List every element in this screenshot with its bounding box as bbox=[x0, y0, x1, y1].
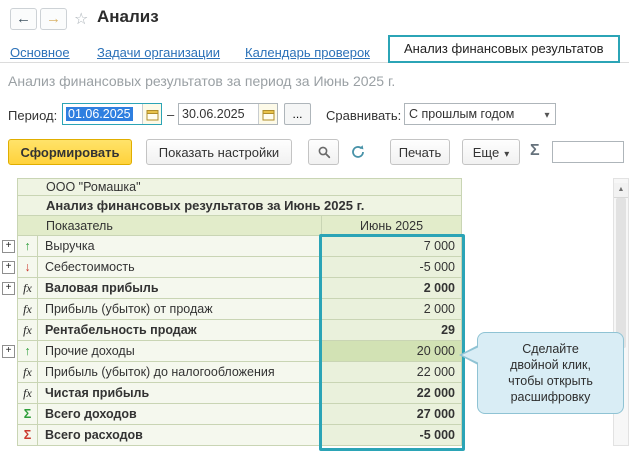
search-button[interactable] bbox=[308, 139, 339, 165]
arrow-up-icon: ↑ bbox=[24, 344, 30, 358]
print-button[interactable]: Печать bbox=[390, 139, 450, 165]
row-label[interactable]: Прибыль (убыток) от продаж bbox=[38, 299, 322, 320]
calendar-button[interactable] bbox=[142, 104, 161, 124]
row-value[interactable]: 2 000 bbox=[322, 299, 462, 320]
report-table: ООО "Ромашка" Анализ финансовых результа… bbox=[0, 178, 462, 446]
report-subtitle: Анализ финансовых результатов за период … bbox=[8, 73, 395, 89]
arrow-down-icon: ↓ bbox=[24, 260, 30, 274]
report-title-cell[interactable]: Анализ финансовых результатов за Июнь 20… bbox=[17, 196, 462, 216]
callout-text: Сделайте двойной клик, чтобы открыть рас… bbox=[508, 341, 593, 405]
period-label: Период: bbox=[8, 108, 57, 123]
date-range-dash: – bbox=[167, 107, 174, 122]
fx-icon: fx bbox=[23, 281, 32, 296]
row-expander[interactable] bbox=[2, 345, 15, 358]
scroll-up-button[interactable] bbox=[614, 183, 628, 198]
date-from-input[interactable]: 01.06.2025 bbox=[62, 103, 162, 125]
row-expander[interactable] bbox=[2, 240, 15, 253]
table-row[interactable]: ↑ Выручка 7 000 bbox=[0, 236, 462, 257]
calendar-icon bbox=[146, 108, 159, 121]
row-value[interactable]: 29 bbox=[322, 320, 462, 341]
search-icon bbox=[317, 145, 331, 159]
fx-icon: fx bbox=[23, 302, 32, 317]
period-more-button[interactable]: ... bbox=[284, 103, 311, 125]
sigma-green-icon: Σ bbox=[24, 407, 32, 421]
fx-icon: fx bbox=[23, 365, 32, 380]
row-value[interactable]: 7 000 bbox=[322, 236, 462, 257]
report-rows: ↑ Выручка 7 000 ↓ Себестоимость -5 000 f… bbox=[0, 236, 462, 446]
chevron-down-icon bbox=[539, 107, 555, 121]
row-label[interactable]: Выручка bbox=[38, 236, 322, 257]
table-row[interactable]: fx Чистая прибыль 22 000 bbox=[0, 383, 462, 404]
row-label[interactable]: Всего расходов bbox=[38, 425, 322, 446]
table-row[interactable]: Σ Всего доходов 27 000 bbox=[0, 404, 462, 425]
table-row[interactable]: ↓ Себестоимость -5 000 bbox=[0, 257, 462, 278]
table-row[interactable]: ↑ Прочие доходы 20 000 bbox=[0, 341, 462, 362]
compare-label: Сравнивать: bbox=[326, 108, 401, 123]
row-value[interactable]: 2 000 bbox=[322, 278, 462, 299]
page-title: Анализ bbox=[97, 7, 159, 27]
row-value[interactable]: -5 000 bbox=[322, 257, 462, 278]
compare-select[interactable]: С прошлым годом bbox=[404, 103, 556, 125]
date-to-value: 30.06.2025 bbox=[179, 107, 258, 121]
sigma-red-icon: Σ bbox=[24, 428, 32, 442]
row-value[interactable]: 22 000 bbox=[322, 362, 462, 383]
refresh-button[interactable] bbox=[344, 139, 372, 165]
row-label[interactable]: Рентабельность продаж bbox=[38, 320, 322, 341]
row-expander[interactable] bbox=[2, 282, 15, 295]
table-row[interactable]: Σ Всего расходов -5 000 bbox=[0, 425, 462, 446]
chevron-down-icon bbox=[504, 145, 509, 160]
row-label[interactable]: Всего доходов bbox=[38, 404, 322, 425]
calendar-icon bbox=[262, 108, 275, 121]
autosum-sigma-icon: Σ bbox=[530, 142, 540, 160]
table-header-row: Показатель Июнь 2025 bbox=[0, 216, 462, 236]
report-title-row[interactable]: Анализ финансовых результатов за Июнь 20… bbox=[0, 196, 462, 216]
date-to-input[interactable]: 30.06.2025 bbox=[178, 103, 278, 125]
fx-icon: fx bbox=[23, 323, 32, 338]
favorite-star-icon[interactable]: ☆ bbox=[74, 9, 88, 29]
forward-button[interactable]: → bbox=[40, 8, 67, 30]
row-value[interactable]: 22 000 bbox=[322, 383, 462, 404]
scrollbar-thumb[interactable] bbox=[616, 198, 626, 348]
table-row[interactable]: fx Прибыль (убыток) до налогообложения 2… bbox=[0, 362, 462, 383]
nav-link-calendar[interactable]: Календарь проверок bbox=[245, 45, 370, 60]
callout-tooltip: Сделайте двойной клик, чтобы открыть рас… bbox=[477, 332, 624, 414]
row-label[interactable]: Чистая прибыль bbox=[38, 383, 322, 404]
arrow-up-icon: ↑ bbox=[24, 239, 30, 253]
company-cell[interactable]: ООО "Ромашка" bbox=[17, 178, 462, 196]
row-label[interactable]: Валовая прибыль bbox=[38, 278, 322, 299]
date-from-value: 01.06.2025 bbox=[66, 107, 133, 121]
fx-icon: fx bbox=[23, 386, 32, 401]
row-label[interactable]: Прочие доходы bbox=[38, 341, 322, 362]
nav-link-main[interactable]: Основное bbox=[10, 45, 70, 60]
table-row[interactable]: fx Валовая прибыль 2 000 bbox=[0, 278, 462, 299]
table-row[interactable]: fx Рентабельность продаж 29 bbox=[0, 320, 462, 341]
calendar-button[interactable] bbox=[258, 104, 277, 124]
back-button[interactable]: ← bbox=[10, 8, 37, 30]
row-value[interactable]: 27 000 bbox=[322, 404, 462, 425]
table-row[interactable]: fx Прибыль (убыток) от продаж 2 000 bbox=[0, 299, 462, 320]
company-row[interactable]: ООО "Ромашка" bbox=[0, 178, 462, 196]
generate-button[interactable]: Сформировать bbox=[8, 139, 132, 165]
compare-value: С прошлым годом bbox=[405, 107, 539, 121]
row-expander[interactable] bbox=[2, 261, 15, 274]
row-label[interactable]: Прибыль (убыток) до налогообложения bbox=[38, 362, 322, 383]
more-button-label: Еще bbox=[473, 145, 499, 160]
more-button[interactable]: Еще bbox=[462, 139, 520, 165]
app-window: ← → ☆ Анализ Основное Задачи организации… bbox=[0, 0, 629, 463]
show-settings-button[interactable]: Показать настройки bbox=[146, 139, 292, 165]
row-value[interactable]: -5 000 bbox=[322, 425, 462, 446]
column-header-indicator: Показатель bbox=[17, 216, 322, 236]
callout-pointer-fill bbox=[462, 347, 479, 363]
column-header-period: Июнь 2025 bbox=[322, 216, 462, 236]
row-value[interactable]: 20 000 bbox=[322, 341, 462, 362]
refresh-icon bbox=[350, 144, 366, 160]
autosum-field[interactable] bbox=[552, 141, 624, 163]
tab-financial-analysis[interactable]: Анализ финансовых результатов bbox=[388, 35, 620, 63]
nav-link-tasks[interactable]: Задачи организации bbox=[97, 45, 220, 60]
row-label[interactable]: Себестоимость bbox=[38, 257, 322, 278]
